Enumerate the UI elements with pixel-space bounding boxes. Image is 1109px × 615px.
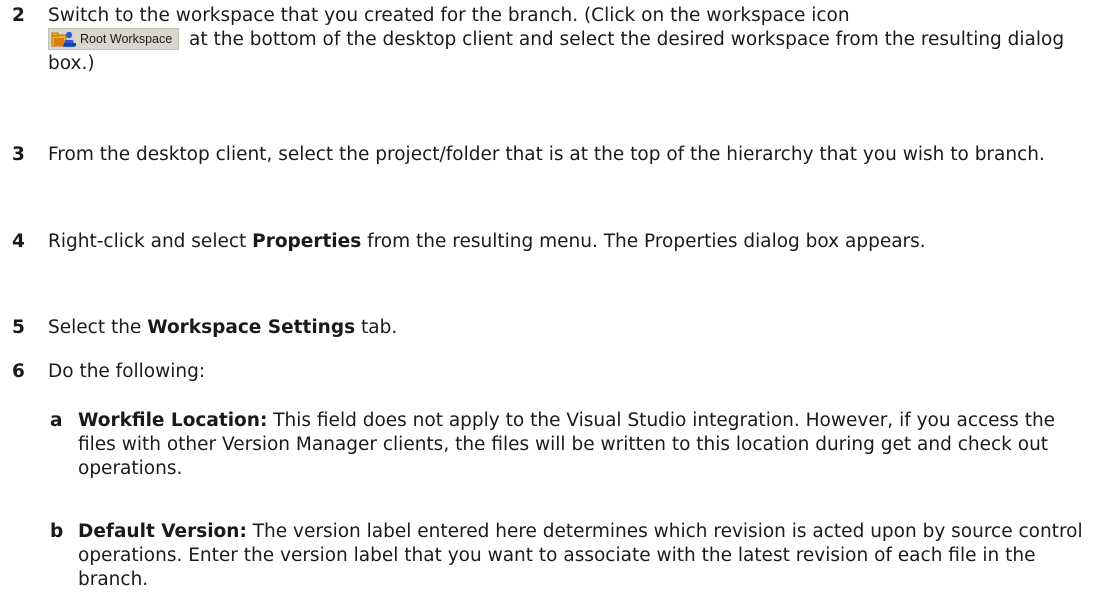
step-text: Select the Workspace Settings tab. (48, 317, 398, 338)
step-number: 5 (12, 317, 25, 338)
step-5: 5 Select the Workspace Settings tab. (0, 316, 1109, 340)
substep-letter: a (50, 410, 63, 431)
workspace-badge: Root Workspace (48, 28, 180, 50)
substep-b: b Default Version: The version label ent… (0, 520, 1109, 592)
step-number: 4 (12, 231, 25, 252)
substep-text: Workfile Location: This field does not a… (78, 410, 1056, 479)
step-text: Right-click and select Properties from t… (48, 231, 926, 252)
workspace-icon (51, 31, 76, 47)
step-number: 6 (12, 361, 25, 382)
step-text: From the desktop client, select the proj… (48, 144, 1045, 165)
step-6: 6 Do the following: (0, 360, 1109, 384)
substep-letter: b (50, 521, 64, 542)
step-number: 2 (12, 5, 25, 26)
step-number: 3 (12, 144, 25, 165)
substep-a: a Workfile Location: This field does not… (0, 409, 1109, 481)
substep-text: Default Version: The version label enter… (78, 521, 1083, 590)
step-4: 4 Right-click and select Properties from… (0, 230, 1109, 254)
workspace-badge-label: Root Workspace (80, 32, 173, 46)
step-2: 2 Switch to the workspace that you creat… (0, 4, 1109, 76)
step-text: Do the following: (48, 361, 206, 382)
step-text: Switch to the workspace that you created… (48, 5, 1065, 74)
step-3: 3 From the desktop client, select the pr… (0, 143, 1109, 167)
